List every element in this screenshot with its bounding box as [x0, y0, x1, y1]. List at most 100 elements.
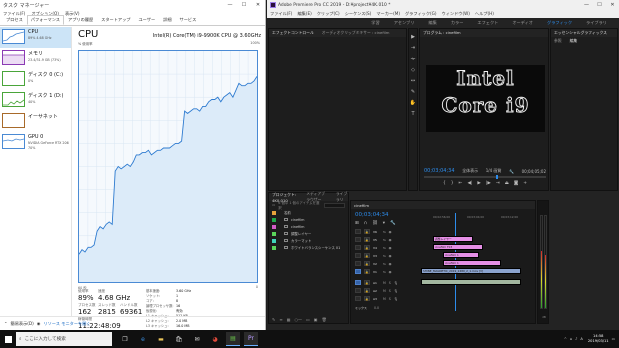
maximize-button[interactable]: ☐ [237, 0, 251, 10]
mark-in-icon[interactable]: { [443, 181, 446, 186]
track-header-v1[interactable]: 🔒 V1 ⇆ ◉ [351, 268, 421, 275]
solo-button[interactable]: S [389, 289, 391, 293]
list-item[interactable]: カラーマット [269, 237, 348, 244]
mute-button[interactable]: M [383, 289, 386, 293]
track-lock-icon[interactable]: 🔒 [364, 237, 370, 242]
eye-icon[interactable]: ◉ [389, 238, 392, 242]
mic-icon[interactable]: 🎙 [394, 289, 398, 293]
quality-dropdown[interactable]: 1/4 画質 [486, 168, 502, 174]
mute-button[interactable]: M [383, 281, 386, 285]
track-header-v4[interactable]: 🔒 V4 ⇆ ◉ [351, 244, 421, 251]
sidebar-item-cpu[interactable]: CPU 89% 4.68 GHz [0, 27, 71, 48]
tab-edit[interactable]: 編集 [570, 38, 578, 44]
tab-services[interactable]: サービス [176, 15, 201, 25]
trash-icon[interactable]: 🗑 [322, 317, 327, 322]
source-patch[interactable] [355, 261, 361, 266]
track-lock-icon[interactable]: 🔒 [364, 245, 370, 250]
tab-audio-clip-mixer[interactable]: オーディオクリップミキサー : cinefilm [322, 30, 390, 36]
timeline-clip[interactable]: cinefilm 1 [443, 260, 501, 266]
list-item[interactable]: cinefilm [269, 216, 348, 223]
hand-tool-icon[interactable]: ✋ [409, 100, 417, 106]
mute-button[interactable]: M [383, 297, 386, 301]
chevron-up-icon[interactable]: ⌃ [4, 321, 8, 326]
tab-processes[interactable]: プロセス [2, 15, 27, 25]
razor-tool-icon[interactable]: ◇ [409, 67, 417, 73]
tab-essential-graphics[interactable]: エッセンシャルグラフィックス [554, 30, 607, 36]
tab-app-history[interactable]: アプリの履歴 [64, 15, 97, 25]
source-patch[interactable] [355, 280, 361, 285]
slip-tool-icon[interactable]: ↔ [409, 78, 417, 84]
track-header-v2[interactable]: 🔒 V2 ⇆ ◉ [351, 260, 421, 267]
source-patch[interactable] [355, 229, 361, 234]
track-lock-icon[interactable]: 🔒 [364, 288, 370, 293]
camera-icon[interactable]: ◙ [514, 181, 518, 186]
new-item-icon[interactable]: ▣ [314, 317, 318, 322]
menu-file[interactable]: ファイル(F) [270, 11, 292, 17]
nest-icon[interactable]: ⊞ [355, 221, 359, 226]
source-patch[interactable] [355, 245, 361, 250]
pencil-icon[interactable]: ✎ [272, 317, 275, 322]
timeline-audio-clip[interactable] [421, 279, 521, 285]
eye-icon[interactable]: ◉ [389, 262, 392, 266]
source-patch[interactable] [355, 253, 361, 258]
sync-lock-icon[interactable]: ⇆ [383, 262, 386, 266]
tab-performance[interactable]: パフォーマンス [26, 15, 64, 25]
mark-out-icon[interactable]: } [451, 181, 454, 186]
zoom-slider[interactable]: ○— [295, 317, 303, 322]
track-header-v3[interactable]: 🔒 V3 ⇆ ◉ [351, 252, 421, 259]
workspace-color[interactable]: カラー [451, 20, 464, 26]
source-patch[interactable] [355, 237, 361, 242]
chrome-icon[interactable]: ◕ [208, 332, 222, 346]
play-icon[interactable]: ▶ [477, 181, 480, 186]
track-lock-icon[interactable]: 🔒 [364, 253, 370, 258]
sync-lock-icon[interactable]: ⇆ [383, 238, 386, 242]
list-view-icon[interactable]: ≡ [279, 317, 282, 322]
add-marker-icon[interactable]: ▾ [383, 221, 385, 226]
chevron-up-icon[interactable]: ^ [564, 337, 567, 341]
sync-lock-icon[interactable]: ⇆ [383, 246, 386, 250]
workspace-audio[interactable]: オーディオ [512, 20, 533, 26]
taskbar-search-box[interactable]: ⌕ ここに入力して検索 [16, 332, 112, 346]
network-icon[interactable]: ⌂ [570, 337, 572, 341]
add-button-icon[interactable]: + [523, 181, 527, 186]
sync-lock-icon[interactable]: ⇆ [383, 230, 386, 234]
track-lock-icon[interactable]: 🔒 [364, 229, 370, 234]
source-patch[interactable] [355, 288, 361, 293]
menu-sequence[interactable]: シーケンス(S) [345, 11, 372, 17]
menu-window[interactable]: ウィンドウ(W) [442, 11, 470, 17]
track-lock-icon[interactable]: 🔒 [364, 269, 370, 274]
tab-libraries[interactable]: ライブラリ [336, 191, 348, 203]
sync-lock-icon[interactable]: ⇆ [383, 254, 386, 258]
sidebar-item-ethernet[interactable]: イーサネット [0, 111, 71, 132]
wrench-icon[interactable]: 🔧 [509, 169, 514, 174]
close-button[interactable]: ✕ [251, 0, 265, 10]
menu-clip[interactable]: クリップ(C) [317, 11, 340, 17]
go-to-out-icon[interactable]: ⇥ [496, 181, 500, 186]
linked-selection-icon[interactable]: ⛓ [372, 221, 378, 226]
task-view-icon[interactable]: ❐ [118, 332, 132, 346]
lift-icon[interactable]: ⏏ [505, 181, 509, 186]
project-search-input[interactable] [323, 202, 345, 208]
go-to-in-icon[interactable]: ⇤ [459, 181, 463, 186]
notification-icon[interactable]: ▭ [612, 337, 615, 341]
icon-view-icon[interactable]: ▦ [287, 317, 291, 322]
list-item[interactable]: cinefilm [269, 223, 348, 230]
pen-tool-icon[interactable]: ✎ [409, 89, 417, 95]
tab-program[interactable]: プログラム : cinefilm [423, 30, 461, 36]
source-patch[interactable] [355, 296, 361, 301]
workspace-libraries[interactable]: ライブラリ [586, 20, 607, 26]
sidebar-item-disk0[interactable]: ディスク 0 (C:) 0% [0, 69, 71, 90]
track-header-v5[interactable]: 🔒 V5 ⇆ ◉ [351, 236, 421, 243]
ripple-edit-tool-icon[interactable]: ⟛ [409, 56, 417, 62]
sidebar-item-memory[interactable]: メモリ 23.4/31.9 GB (73%) [0, 48, 71, 69]
list-item[interactable]: 調整レイヤー [269, 230, 348, 237]
eye-icon[interactable]: ◉ [389, 246, 392, 250]
track-select-tool-icon[interactable]: ⇥ [409, 45, 417, 51]
ime-indicator[interactable]: A [580, 337, 582, 341]
track-header-a1[interactable]: 🔒 A1 M S 🎙 [351, 279, 421, 286]
timeline-clip[interactable]: SHINE_MAGNETIC_2019_2480_2_1.mov [V] [421, 268, 521, 274]
type-tool-icon[interactable]: T [409, 111, 417, 117]
eye-icon[interactable]: ◉ [389, 230, 392, 234]
workspace-assembly[interactable]: アセンブリ [394, 20, 415, 26]
track-header-v6[interactable]: 🔒 V6 ⇆ ◉ [351, 228, 421, 235]
